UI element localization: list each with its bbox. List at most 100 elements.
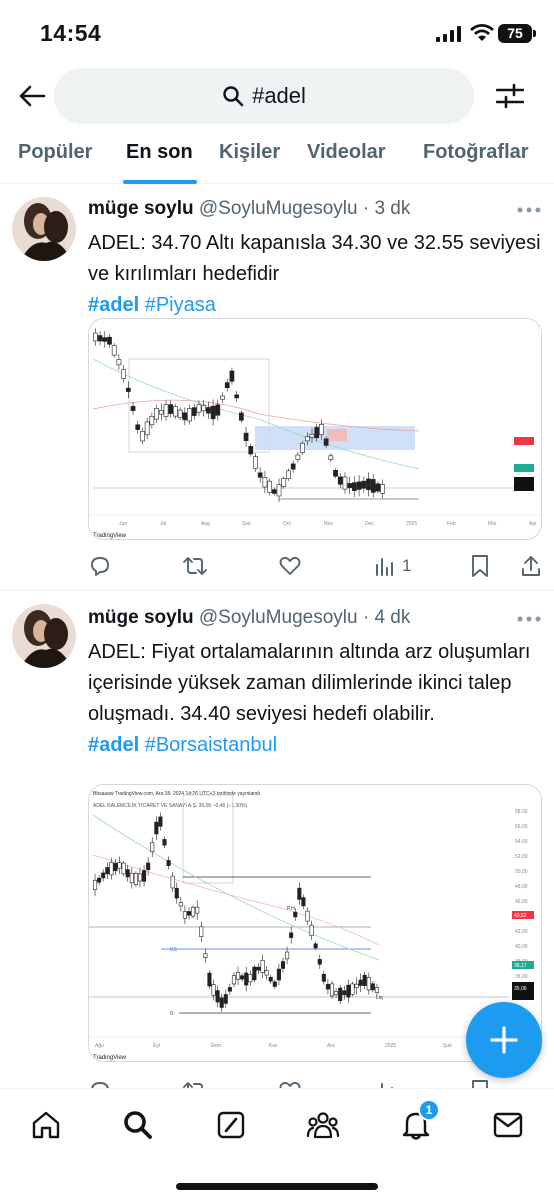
x-tick-label: Sep xyxy=(242,521,251,527)
author-name[interactable]: müge soylu xyxy=(88,198,194,219)
reply-button[interactable] xyxy=(88,549,112,583)
x-tick-label: Aug xyxy=(201,521,210,527)
x-tick-label: Ekm xyxy=(211,1043,221,1049)
candle-body xyxy=(293,911,298,918)
avatar[interactable] xyxy=(12,604,76,668)
post-header: müge soylu @SoyluMugesoylu · 3 dk xyxy=(88,198,410,220)
candle-body xyxy=(253,456,258,469)
candle-body xyxy=(285,951,290,960)
candle-body xyxy=(380,484,386,494)
author-handle[interactable]: @SoyluMugesoylu xyxy=(199,198,358,219)
candle-body xyxy=(333,469,338,477)
tab-photos[interactable]: Fotoğraflar xyxy=(423,128,529,184)
more-options-icon[interactable] xyxy=(516,204,542,216)
candle-body xyxy=(257,472,263,478)
tab-popular[interactable]: Popüler xyxy=(18,128,92,184)
price-tag xyxy=(514,464,534,472)
candle-body xyxy=(356,481,362,490)
hashtag-link[interactable]: #adel xyxy=(88,734,139,756)
candle-body xyxy=(199,926,204,937)
candle-body xyxy=(370,983,375,991)
author-handle[interactable]: @SoyluMugesoylu xyxy=(199,607,358,628)
candle-body xyxy=(93,332,98,342)
status-time: 14:54 xyxy=(40,20,102,46)
candle-body xyxy=(260,960,265,973)
views-button[interactable]: 1 xyxy=(374,549,411,583)
bottom-navigation: 1 xyxy=(0,1088,554,1200)
candle-body xyxy=(125,387,131,392)
tab-videos[interactable]: Videolar xyxy=(307,128,386,184)
candle-body xyxy=(129,872,134,884)
battery-cap xyxy=(533,30,536,37)
x-tick-label: Jun xyxy=(119,521,127,527)
candle-body xyxy=(203,953,208,958)
candle-body xyxy=(137,873,143,882)
communities-icon xyxy=(306,1112,340,1139)
repost-button[interactable] xyxy=(182,549,208,583)
candle-body xyxy=(354,983,359,988)
candle-body xyxy=(240,975,245,980)
reply-icon xyxy=(91,557,109,576)
candle-body xyxy=(338,987,343,1001)
candle-body xyxy=(268,976,273,982)
nav-home[interactable] xyxy=(28,1107,64,1143)
back-button[interactable] xyxy=(14,78,50,114)
nav-notifications[interactable]: 1 xyxy=(398,1099,440,1143)
x-tick-label: Ağu xyxy=(95,1043,104,1049)
hashtag-link[interactable]: #Piyasa xyxy=(145,294,216,316)
x-tick-label: 2025 xyxy=(385,1043,396,1049)
search-filter-button[interactable] xyxy=(492,78,528,114)
fib-label: 0.5 xyxy=(170,947,177,953)
status-bar: 14:54 75 xyxy=(0,0,554,64)
candle-body xyxy=(93,879,98,891)
post[interactable]: müge soylu @SoyluMugesoylu · 3 dk ADEL: … xyxy=(0,185,554,591)
candle-body xyxy=(309,433,315,438)
more-options-icon[interactable] xyxy=(516,613,542,625)
candle-body xyxy=(262,477,268,488)
tab-active-indicator xyxy=(123,180,197,184)
bookmark-button[interactable] xyxy=(470,549,490,583)
nav-messages[interactable] xyxy=(490,1107,526,1143)
nav-explore[interactable] xyxy=(120,1107,156,1143)
candle-body xyxy=(281,478,287,487)
heart-icon xyxy=(279,556,301,575)
post-time: · 4 dk xyxy=(362,607,411,628)
price-chart-image: Jun Jul Aug Sep Oct Nov Dec 2025 Feb Mar Apr Tradin… xyxy=(89,319,541,539)
grok-icon xyxy=(217,1111,245,1139)
search-input[interactable]: #adel xyxy=(54,68,474,124)
like-button[interactable] xyxy=(278,549,302,583)
candle-body xyxy=(162,839,167,846)
search-query: #adel xyxy=(252,83,306,108)
candle-body xyxy=(121,862,126,875)
candle-body xyxy=(305,910,310,922)
candle-body xyxy=(295,454,301,460)
home-icon xyxy=(32,1111,60,1139)
candle-body xyxy=(267,480,272,493)
battery-icon: 75 xyxy=(498,24,532,43)
nav-communities[interactable] xyxy=(305,1107,341,1143)
hashtag-link[interactable]: #Borsaistanbul xyxy=(145,734,277,756)
tab-latest[interactable]: En son xyxy=(126,128,193,184)
candle-body xyxy=(276,484,282,497)
author-name[interactable]: müge soylu xyxy=(88,607,194,628)
post-actions: 1 xyxy=(88,549,542,583)
post-image[interactable]: Jun Jul Aug Sep Oct Nov Dec 2025 Feb Mar Apr Tradin… xyxy=(88,318,542,540)
post-text: ADEL: 34.70 Altı kapanısla 34.30 ve 32.5… xyxy=(88,228,544,321)
nav-grok[interactable] xyxy=(213,1107,249,1143)
share-icon xyxy=(522,556,540,576)
y-tick-label: 36,00 xyxy=(515,974,528,980)
compose-post-button[interactable] xyxy=(466,1002,542,1078)
candle-body xyxy=(135,424,141,430)
cellular-signal-icon xyxy=(436,26,461,42)
hashtag-link[interactable]: #adel xyxy=(88,294,139,316)
candle-body xyxy=(337,476,343,485)
tab-people[interactable]: Kişiler xyxy=(219,128,280,184)
candle-body xyxy=(264,970,269,976)
candle-body xyxy=(271,489,277,494)
avatar[interactable] xyxy=(12,197,76,261)
x-tick-label: Ara xyxy=(327,1043,335,1049)
candle-body xyxy=(207,972,212,987)
share-button[interactable] xyxy=(520,549,542,583)
candle-body xyxy=(142,870,147,882)
candle-body xyxy=(187,408,192,422)
